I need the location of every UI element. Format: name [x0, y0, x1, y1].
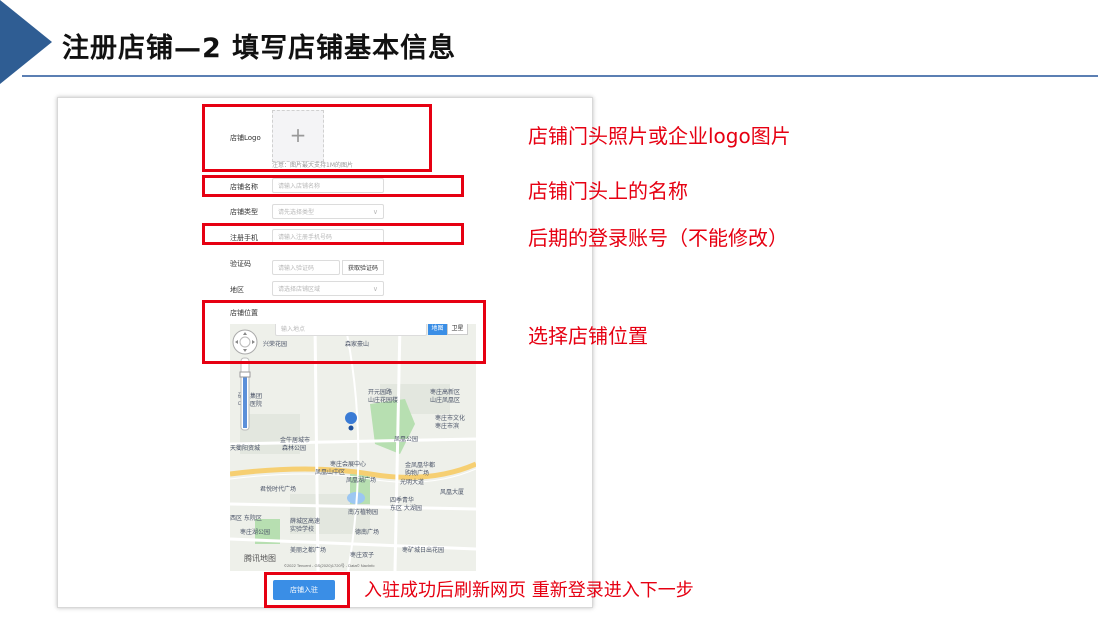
map-label: 西区 东院区 — [230, 514, 262, 522]
map-label: 枣庄会展中心 — [330, 460, 366, 468]
map-label: 光明大道 — [400, 478, 424, 486]
highlight-submit — [264, 572, 350, 608]
annotation-submit: 入驻成功后刷新网页 重新登录进入下一步 — [364, 580, 694, 601]
map-label: 金凤凰华都 — [405, 461, 435, 469]
map-label: 金牛居城市 — [280, 436, 310, 444]
map-label: 美丽之都广场 — [290, 546, 326, 554]
map-label: 枣庄高新区 — [430, 388, 460, 396]
highlight-phone — [202, 223, 464, 245]
get-code-button[interactable]: 获取验证码 — [342, 260, 384, 275]
map-label: 枣矿城日出花园 — [402, 546, 444, 554]
highlight-logo — [202, 104, 432, 172]
chevron-down-icon: ∨ — [372, 285, 378, 293]
map-label: 枣庄市文化 — [435, 414, 465, 422]
map-label: 枣庄市滨 — [435, 422, 459, 430]
map-label: 薛城区高速 — [290, 517, 320, 525]
annotation-location: 选择店铺位置 — [528, 324, 648, 348]
map-label: 风凰大厦 — [440, 488, 464, 496]
type-label: 店铺类型 — [230, 208, 258, 216]
map-label: 东区 大湖园 — [390, 504, 422, 512]
highlight-name — [202, 175, 464, 197]
annotation-phone: 后期的登录账号（不能修改） — [528, 226, 788, 250]
chevron-down-icon: ∨ — [372, 208, 378, 216]
map-label: 凤凰山中区 — [315, 468, 345, 476]
map-label: 凤凰公园 — [394, 436, 418, 443]
map-label: 君悦时代广场 — [260, 485, 296, 493]
map-label: 开元园路 — [368, 388, 392, 396]
slide-title: 注册店铺—2 填写店铺基本信息 — [62, 33, 457, 64]
map-label: 凤凰湖广场 — [346, 476, 376, 484]
map-label: 天衢阳资城 — [230, 444, 260, 452]
map-label: 森林公园 — [282, 444, 306, 452]
title-divider — [22, 75, 1098, 77]
map-copyright: ©2022 Tencent - GS(2020)1720号 - Data© Na… — [284, 562, 375, 568]
map-label: 南方植物园 — [348, 508, 378, 516]
annotation-name: 店铺门头上的名称 — [528, 179, 688, 203]
region-select[interactable]: 请选择店铺区域 ∨ — [272, 281, 384, 296]
map-label: 山庄凤凰区 — [430, 396, 460, 404]
highlight-location — [202, 300, 486, 364]
annotation-logo: 店铺门头照片或企业logo图片 — [528, 124, 791, 148]
map-label: 枣庄湖公园 — [240, 528, 270, 536]
map-label: 德南广场 — [355, 528, 379, 536]
type-select-value: 请先选择类型 — [278, 209, 315, 216]
map-label: 四季青华 — [390, 496, 414, 504]
type-select[interactable]: 请先选择类型 ∨ — [272, 204, 384, 219]
map-label: 枣庄双子 — [350, 551, 374, 559]
map-label: 购物广场 — [405, 469, 429, 477]
map-brand: 腾讯地图 — [244, 553, 276, 563]
corner-arrow-decoration — [0, 0, 52, 84]
code-label: 验证码 — [230, 260, 251, 268]
region-select-value: 请选择店铺区域 — [278, 286, 321, 293]
map-label: 山庄花园楼 — [368, 396, 398, 404]
region-label: 地区 — [230, 286, 244, 294]
map-label: 实验学校 — [290, 525, 314, 533]
code-input[interactable]: 请输入验证码 — [272, 260, 340, 275]
